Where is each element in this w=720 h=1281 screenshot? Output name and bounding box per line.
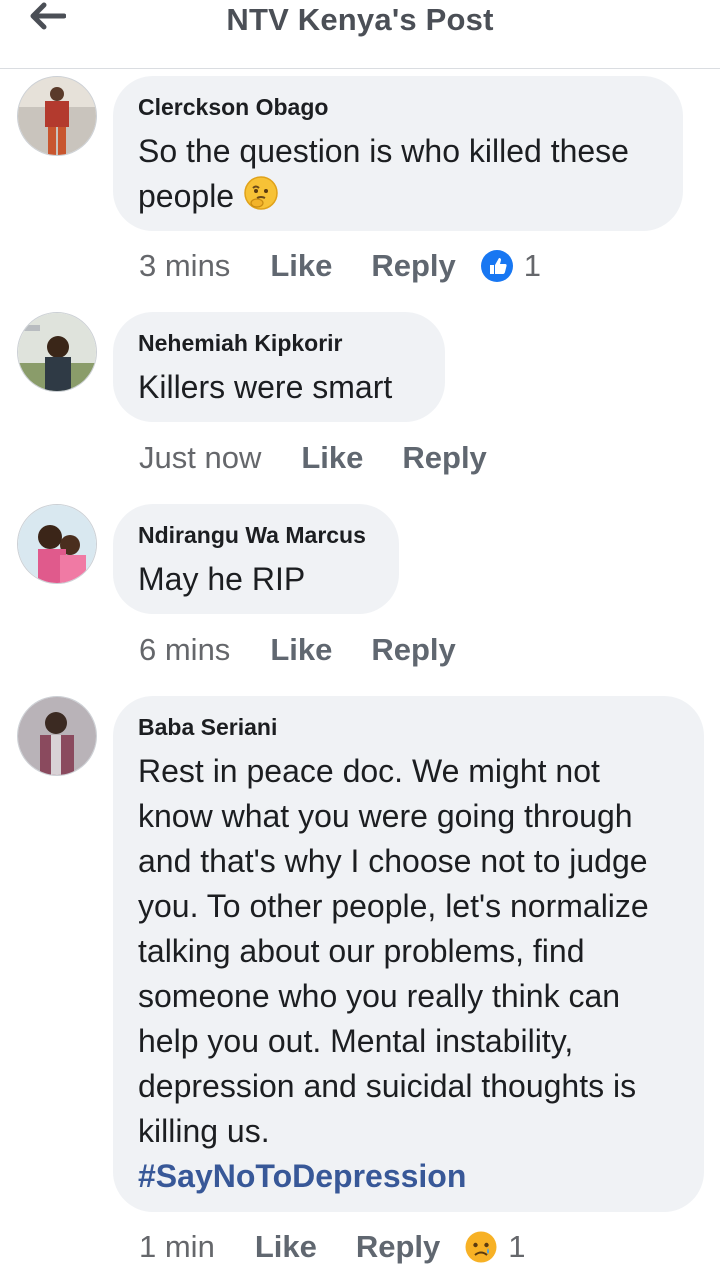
like-button[interactable]: Like (255, 1229, 317, 1265)
comment-meta: 6 mins Like Reply (139, 630, 456, 670)
comment-time[interactable]: 3 mins (139, 248, 230, 284)
reply-button[interactable]: Reply (371, 632, 455, 668)
like-button[interactable]: Like (301, 440, 363, 476)
comment-author[interactable]: Clerckson Obago (138, 94, 658, 121)
comment-author[interactable]: Nehemiah Kipkorir (138, 330, 420, 357)
avatar-nehemiah[interactable] (17, 312, 97, 392)
comment-bubble[interactable]: Clerckson Obago So the question is who k… (113, 76, 683, 231)
comment-bubble[interactable]: Baba Seriani Rest in peace doc. We might… (113, 696, 704, 1212)
comment-body: So the question is who killed these peop… (138, 133, 629, 214)
like-button[interactable]: Like (270, 632, 332, 668)
comment-meta: 1 min Like Reply 1 (139, 1227, 526, 1267)
sad-face-icon (465, 1231, 497, 1263)
reaction-summary[interactable]: 1 (480, 248, 541, 284)
page-title: NTV Kenya's Post (226, 2, 494, 37)
avatar-image (18, 505, 96, 583)
comment-meta: Just now Like Reply (139, 438, 487, 478)
comment-text: So the question is who killed these peop… (138, 129, 658, 223)
comment-bubble[interactable]: Ndirangu Wa Marcus May he RIP (113, 504, 399, 614)
comment-time[interactable]: 1 min (139, 1229, 215, 1265)
comment-bubble[interactable]: Nehemiah Kipkorir Killers were smart (113, 312, 445, 422)
comment-time[interactable]: Just now (139, 440, 261, 476)
avatar-clerckson[interactable] (17, 76, 97, 156)
reply-button[interactable]: Reply (402, 440, 486, 476)
reaction-summary[interactable]: 1 (464, 1229, 526, 1265)
like-icon (480, 250, 513, 282)
thinking-face-icon (243, 175, 279, 223)
avatar-baba-seriani[interactable] (17, 696, 97, 776)
comment-meta: 3 mins Like Reply 1 (139, 246, 541, 286)
comment-body: Rest in peace doc. We might not know wha… (138, 753, 649, 1149)
comment-time[interactable]: 6 mins (139, 632, 230, 668)
reply-button[interactable]: Reply (371, 248, 455, 284)
like-button[interactable]: Like (270, 248, 332, 284)
avatar-ndirangu[interactable] (17, 504, 97, 584)
avatar-image (18, 313, 96, 391)
reaction-count: 1 (508, 1229, 526, 1264)
avatar-image (18, 697, 96, 775)
top-bar: NTV Kenya's Post (0, 0, 720, 69)
comment-author[interactable]: Baba Seriani (138, 714, 679, 741)
reply-button[interactable]: Reply (356, 1229, 440, 1265)
comment-author[interactable]: Ndirangu Wa Marcus (138, 522, 374, 549)
avatar-image (18, 77, 96, 155)
reaction-count: 1 (523, 248, 542, 283)
hashtag-link[interactable]: #SayNoToDepression (138, 1154, 679, 1199)
comment-body: Killers were smart (138, 369, 393, 405)
comment-body: May he RIP (138, 561, 306, 597)
